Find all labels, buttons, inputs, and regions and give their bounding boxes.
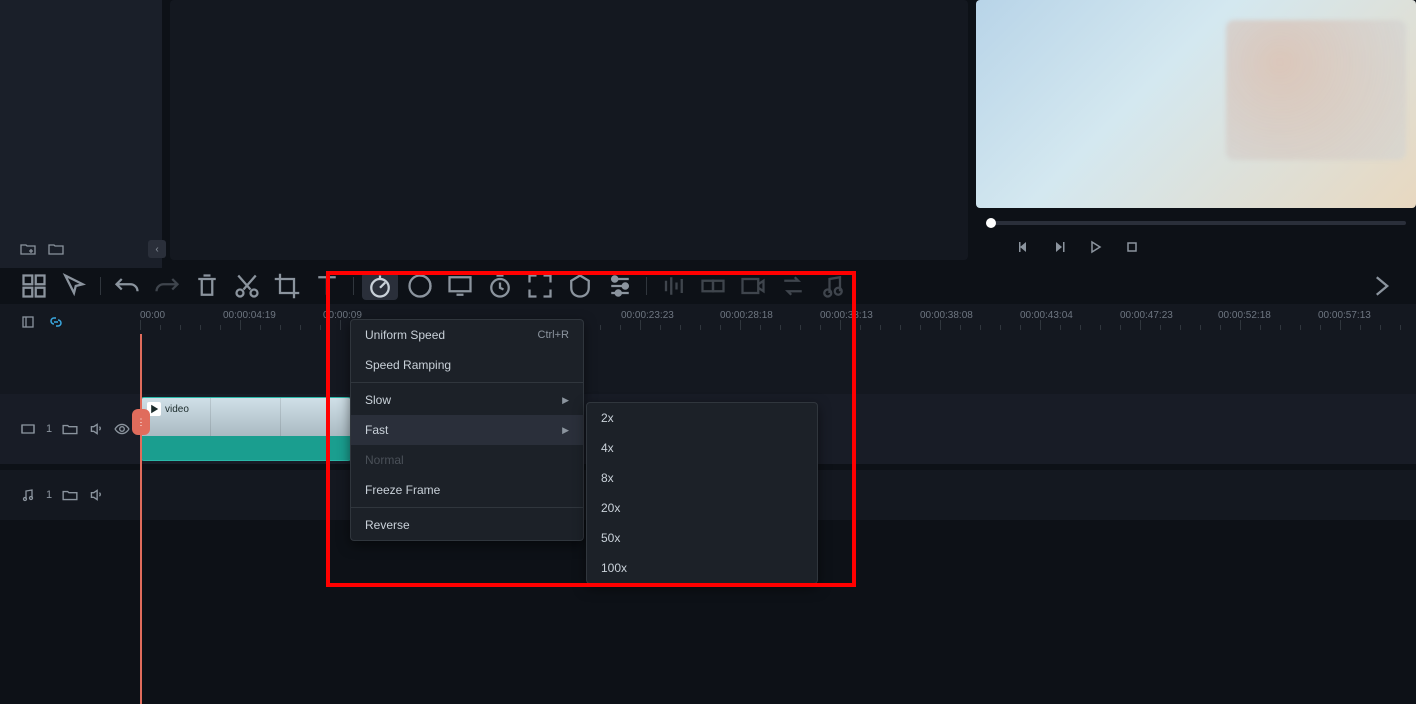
pointer-tool-icon[interactable] — [56, 272, 92, 300]
video-clip[interactable]: video — [140, 397, 352, 461]
layout-grid-icon[interactable] — [16, 272, 52, 300]
play-button[interactable] — [1088, 239, 1104, 255]
group-icon[interactable] — [695, 272, 731, 300]
step-play-button[interactable] — [1052, 239, 1068, 255]
folder-small-icon[interactable] — [62, 487, 78, 503]
text-icon[interactable] — [309, 272, 345, 300]
menu-separator — [351, 507, 583, 508]
visibility-icon[interactable] — [114, 421, 130, 437]
speed-icon[interactable] — [362, 272, 398, 300]
separator — [100, 277, 101, 295]
undo-icon[interactable] — [109, 272, 145, 300]
mute-icon[interactable] — [88, 421, 104, 437]
clip-name: video — [165, 404, 189, 415]
playhead-handle[interactable]: ⋮ — [132, 409, 150, 435]
folder-small-icon[interactable] — [62, 421, 78, 437]
menu-fast[interactable]: Fast ▶ — [351, 415, 583, 445]
timer-icon[interactable] — [482, 272, 518, 300]
swap-icon[interactable] — [775, 272, 811, 300]
record-icon[interactable] — [735, 272, 771, 300]
timeline-toolbar — [0, 268, 1416, 304]
menu-reverse[interactable]: Reverse — [351, 510, 583, 540]
fit-screen-icon[interactable] — [522, 272, 558, 300]
fast-option-2x[interactable]: 2x — [587, 403, 817, 433]
audio-track-icon — [20, 487, 36, 503]
menu-normal: Normal — [351, 445, 583, 475]
menu-speed-ramping[interactable]: Speed Ramping — [351, 350, 583, 380]
fast-option-50x[interactable]: 50x — [587, 523, 817, 553]
screen-icon[interactable] — [442, 272, 478, 300]
mute-icon[interactable] — [88, 487, 104, 503]
spacer-track — [0, 334, 1416, 394]
fast-option-20x[interactable]: 20x — [587, 493, 817, 523]
prev-frame-button[interactable] — [1016, 239, 1032, 255]
fast-option-100x[interactable]: 100x — [587, 553, 817, 583]
more-options-icon[interactable] — [1364, 272, 1400, 300]
audio-track-index: 1 — [46, 489, 52, 501]
chevron-right-icon: ▶ — [562, 395, 569, 406]
redo-icon[interactable] — [149, 272, 185, 300]
delete-icon[interactable] — [189, 272, 225, 300]
time-ruler[interactable]: 00:0000:00:04:1900:00:0900:00:23:2300:00… — [0, 304, 1416, 334]
separator — [353, 277, 354, 295]
fast-option-4x[interactable]: 4x — [587, 433, 817, 463]
adjust-icon[interactable] — [602, 272, 638, 300]
cut-icon[interactable] — [229, 272, 265, 300]
separator — [646, 277, 647, 295]
fast-option-8x[interactable]: 8x — [587, 463, 817, 493]
new-folder-icon[interactable] — [20, 241, 36, 257]
video-track-icon — [20, 421, 36, 437]
chevron-right-icon: ▶ — [562, 425, 569, 436]
seek-handle[interactable] — [986, 218, 996, 228]
media-library-panel: ‹ — [0, 0, 162, 268]
video-preview[interactable] — [976, 0, 1416, 208]
media-preview-panel — [170, 0, 968, 260]
audio-mix-icon[interactable] — [655, 272, 691, 300]
crop-icon[interactable] — [269, 272, 305, 300]
music-icon[interactable] — [815, 272, 851, 300]
menu-slow[interactable]: Slow ▶ — [351, 385, 583, 415]
speed-context-menu: Uniform Speed Ctrl+R Speed Ramping Slow … — [350, 319, 584, 541]
color-icon[interactable] — [402, 272, 438, 300]
menu-uniform-speed[interactable]: Uniform Speed Ctrl+R — [351, 320, 583, 350]
menu-separator — [351, 382, 583, 383]
collapse-panel-button[interactable]: ‹ — [148, 240, 166, 258]
stop-button[interactable] — [1124, 239, 1140, 255]
menu-freeze-frame[interactable]: Freeze Frame — [351, 475, 583, 505]
seek-bar[interactable] — [986, 221, 1406, 225]
playhead[interactable]: ⋮ — [140, 334, 142, 704]
folder-icon[interactable] — [48, 241, 64, 257]
video-track-index: 1 — [46, 423, 52, 435]
fast-submenu: 2x4x8x20x50x100x — [586, 402, 818, 584]
mask-icon[interactable] — [562, 272, 598, 300]
